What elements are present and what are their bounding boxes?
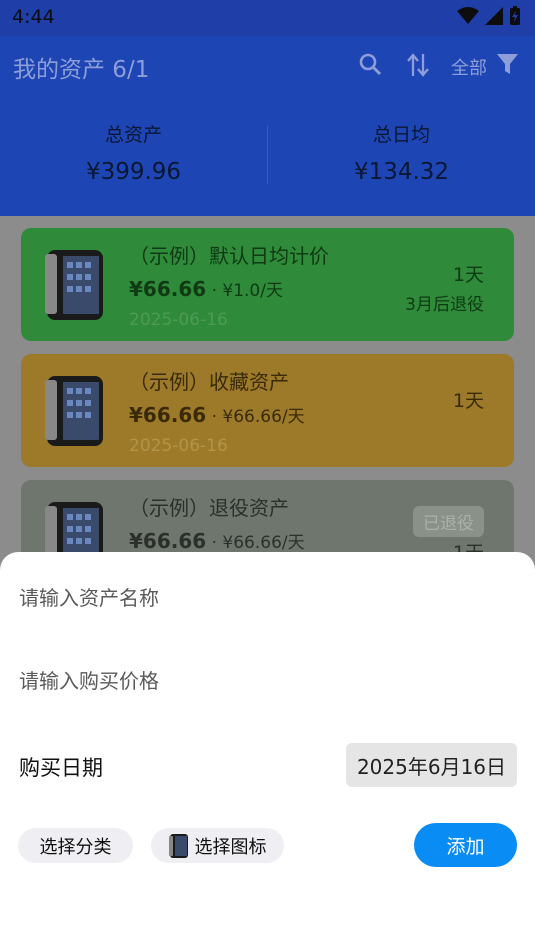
phone-icon	[45, 376, 103, 446]
wifi-icon	[457, 7, 479, 24]
asset-retire-note: 3月后退役	[405, 295, 484, 315]
add-asset-sheet: 请输入资产名称 请输入购买价格 购买日期 2025年6月16日 选择分类 选择图…	[0, 552, 535, 951]
page-title: 我的资产 6/1	[13, 57, 150, 83]
select-icon-button[interactable]: 选择图标	[151, 828, 284, 863]
asset-name: （示例）默认日均计价	[129, 244, 329, 268]
phone-icon	[45, 250, 103, 320]
purchase-date-picker[interactable]: 2025年6月16日	[346, 743, 517, 787]
status-bar: 4:44	[0, 0, 535, 36]
asset-date: 2025-06-16	[129, 310, 228, 330]
add-button[interactable]: 添加	[414, 823, 517, 867]
asset-price: ¥66.66 · ¥66.66/天	[129, 529, 305, 553]
daily-average-label: 总日均	[372, 124, 430, 146]
total-assets-label: 总资产	[104, 124, 162, 146]
retired-badge: 已退役	[413, 506, 484, 537]
phone-icon	[168, 833, 188, 858]
daily-average-value: ¥134.32	[353, 159, 450, 185]
daily-average: 总日均 ¥134.32	[268, 120, 535, 185]
asset-price: ¥66.66 · ¥66.66/天	[129, 403, 305, 427]
app-header: 我的资产 6/1 全部 总资产 ¥399.96 总日均 ¥134.32	[0, 36, 535, 216]
asset-card[interactable]: （示例）默认日均计价 ¥66.66 · ¥1.0/天 2025-06-16 1天…	[21, 228, 514, 341]
asset-date: 2025-06-16	[129, 436, 228, 456]
asset-name-input[interactable]: 请输入资产名称	[19, 582, 159, 611]
status-time: 4:44	[12, 6, 55, 28]
purchase-date-label: 购买日期	[19, 756, 103, 780]
asset-price: ¥66.66 · ¥1.0/天	[129, 277, 283, 301]
total-assets-value: ¥399.96	[85, 159, 182, 185]
search-icon[interactable]	[358, 52, 382, 76]
filter-button[interactable]: 全部	[451, 54, 487, 80]
asset-days: 1天	[452, 390, 484, 412]
signal-icon	[485, 7, 503, 25]
purchase-price-input[interactable]: 请输入购买价格	[19, 665, 159, 694]
battery-icon	[510, 6, 520, 25]
select-category-label: 选择分类	[39, 836, 112, 858]
filter-icon[interactable]	[496, 53, 519, 76]
asset-name: （示例）收藏资产	[129, 370, 289, 394]
asset-card[interactable]: （示例）收藏资产 ¥66.66 · ¥66.66/天 2025-06-16 1天	[21, 354, 514, 467]
select-icon-label: 选择图标	[194, 836, 267, 858]
asset-name: （示例）退役资产	[129, 496, 289, 520]
sort-icon[interactable]	[406, 52, 430, 78]
asset-days: 1天	[452, 264, 484, 286]
select-category-button[interactable]: 选择分类	[18, 828, 133, 863]
total-assets: 总资产 ¥399.96	[0, 120, 267, 185]
